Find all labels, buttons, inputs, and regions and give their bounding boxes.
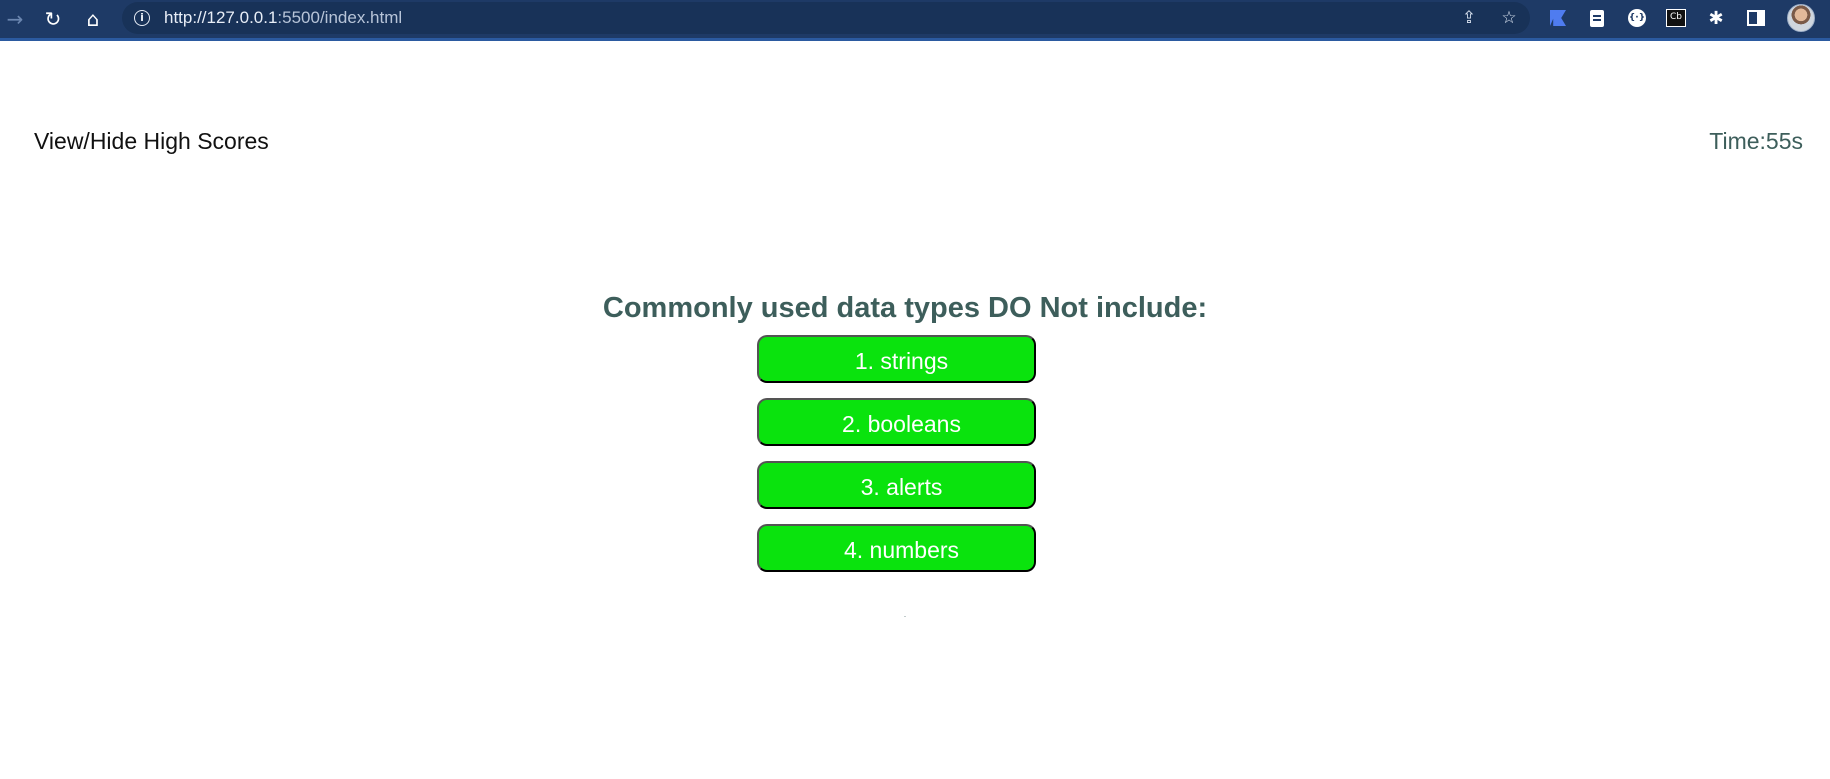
extensions-puzzle-icon[interactable]: ✱	[1706, 8, 1726, 29]
feedback-area	[904, 616, 906, 617]
timer-display: Time:55s	[1709, 128, 1803, 154]
back-arrow-icon[interactable]: →	[0, 4, 30, 34]
question-title: Commonly used data types DO Not include:	[602, 292, 1208, 324]
extension-cb-icon[interactable]: Cb	[1666, 8, 1686, 28]
address-bar[interactable]: i http://127.0.0.1:5500/index.html ⇪ ☆	[122, 2, 1530, 34]
extension-circle-icon[interactable]: {·}	[1627, 8, 1647, 28]
home-icon[interactable]: ⌂	[78, 4, 108, 34]
url-text[interactable]: http://127.0.0.1:5500/index.html	[164, 8, 402, 28]
side-panel-icon[interactable]	[1746, 8, 1766, 28]
url-path: :5500/index.html	[277, 8, 403, 27]
site-info-icon[interactable]: i	[134, 10, 150, 26]
profile-avatar[interactable]	[1787, 4, 1815, 32]
answer-button-4[interactable]: 4. numbers	[757, 524, 1036, 572]
extension-doc-icon[interactable]	[1587, 8, 1607, 28]
answer-list: 1. strings 2. booleans 3. alerts 4. numb…	[757, 335, 1036, 587]
answer-button-2[interactable]: 2. booleans	[757, 398, 1036, 446]
bookmark-star-icon[interactable]: ☆	[1498, 7, 1520, 29]
answer-button-1[interactable]: 1. strings	[757, 335, 1036, 383]
share-icon[interactable]: ⇪	[1458, 7, 1480, 29]
browser-toolbar: → ↻ ⌂ i http://127.0.0.1:5500/index.html…	[0, 0, 1830, 41]
view-high-scores-link[interactable]: View/Hide High Scores	[34, 128, 269, 155]
reload-icon[interactable]: ↻	[38, 4, 68, 34]
url-host: http://127.0.0.1	[164, 8, 278, 27]
extension-flag-icon[interactable]	[1548, 8, 1568, 28]
answer-button-3[interactable]: 3. alerts	[757, 461, 1036, 509]
